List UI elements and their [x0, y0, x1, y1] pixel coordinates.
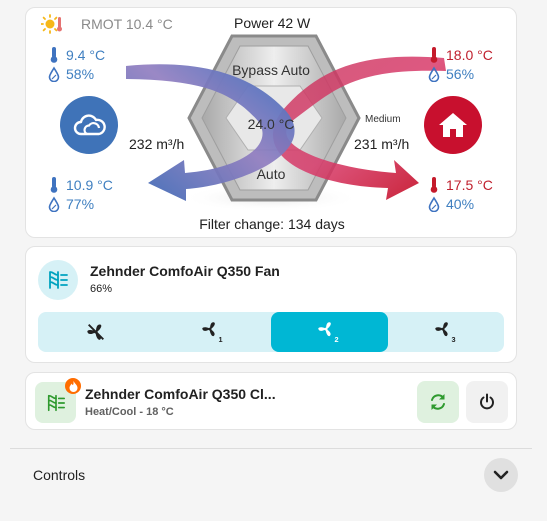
climate-state: Heat/Cool - 18 °C: [85, 406, 174, 418]
fan-speed-button-0[interactable]: [38, 312, 155, 352]
fan-speed-level: 1: [218, 335, 222, 343]
humidity-icon: [428, 196, 440, 212]
bypass-label: Bypass Auto: [232, 62, 310, 78]
extract-air-temperature: 18.0 °C: [428, 47, 493, 63]
fan-speed-selector: 1 2 3: [38, 312, 504, 352]
controls-expand-button[interactable]: [484, 458, 518, 492]
exhaust-air-humidity: 77%: [48, 196, 94, 212]
fan-speed-level: 2: [335, 335, 339, 343]
outdoor-temperature-label: RMOT 10.4 °C: [81, 16, 173, 32]
outdoor-air-temperature: 9.4 °C: [48, 47, 105, 63]
fan-speed-button-3[interactable]: 3: [388, 312, 505, 352]
supply-flow-label: 231 m³/h: [354, 136, 410, 152]
sun-thermometer-icon: [40, 14, 62, 34]
power-icon: [480, 393, 494, 410]
thermometer-icon: [430, 47, 438, 63]
flame-icon: [65, 378, 81, 394]
air-filter-icon[interactable]: [38, 260, 78, 300]
fan-speed-level: 3: [451, 335, 455, 343]
chevron-down-icon: [493, 470, 509, 480]
climate-card: Zehnder ComfoAir Q350 Cl... Heat/Cool - …: [25, 372, 517, 430]
supply-air-temperature: 17.5 °C: [428, 177, 493, 193]
ventilation-card: RMOT 10.4 °C Power 42 W 9.4 °C 58% 10.9 …: [25, 7, 517, 238]
controls-section-title: Controls: [33, 467, 86, 483]
outdoor-air-humidity: 58%: [48, 66, 94, 82]
fan-level-label: Medium: [365, 114, 401, 125]
heat-cool-mode-button[interactable]: [417, 381, 459, 423]
supply-air-humidity: 40%: [428, 196, 474, 212]
fan-speed-3-icon: 3: [435, 322, 455, 343]
humidity-icon: [48, 196, 60, 212]
humidity-icon: [428, 66, 440, 82]
fan-title: Zehnder ComfoAir Q350 Fan: [90, 263, 280, 279]
outdoor-cloud-icon: [60, 96, 118, 154]
thermometer-icon: [50, 177, 58, 193]
fan-speed-2-icon: 2: [318, 322, 339, 343]
fan-speed-button-1[interactable]: 1: [155, 312, 272, 352]
fan-off-icon: [87, 324, 105, 340]
exhaust-air-temperature: 10.9 °C: [48, 177, 113, 193]
fan-card: Zehnder ComfoAir Q350 Fan 66% 1 2 3: [25, 246, 517, 363]
power-label: Power 42 W: [234, 15, 311, 31]
mode-label: Auto: [256, 166, 286, 182]
unit-temperature: 24.0 °C: [247, 116, 295, 132]
thermometer-icon: [50, 47, 58, 63]
power-off-button[interactable]: [466, 381, 508, 423]
section-divider: [10, 448, 532, 449]
thermometer-icon: [430, 177, 438, 193]
climate-title: Zehnder ComfoAir Q350 Cl...: [85, 386, 276, 402]
humidity-icon: [48, 66, 60, 82]
fan-speed-button-2[interactable]: 2: [271, 312, 388, 352]
fan-state: 66%: [90, 283, 113, 295]
filter-change-label: Filter change: 134 days: [199, 216, 345, 232]
sync-icon: [431, 394, 445, 410]
extract-air-humidity: 56%: [428, 66, 474, 82]
home-icon: [424, 96, 482, 154]
fan-speed-1-icon: 1: [202, 322, 222, 343]
exhaust-flow-label: 232 m³/h: [129, 136, 185, 152]
